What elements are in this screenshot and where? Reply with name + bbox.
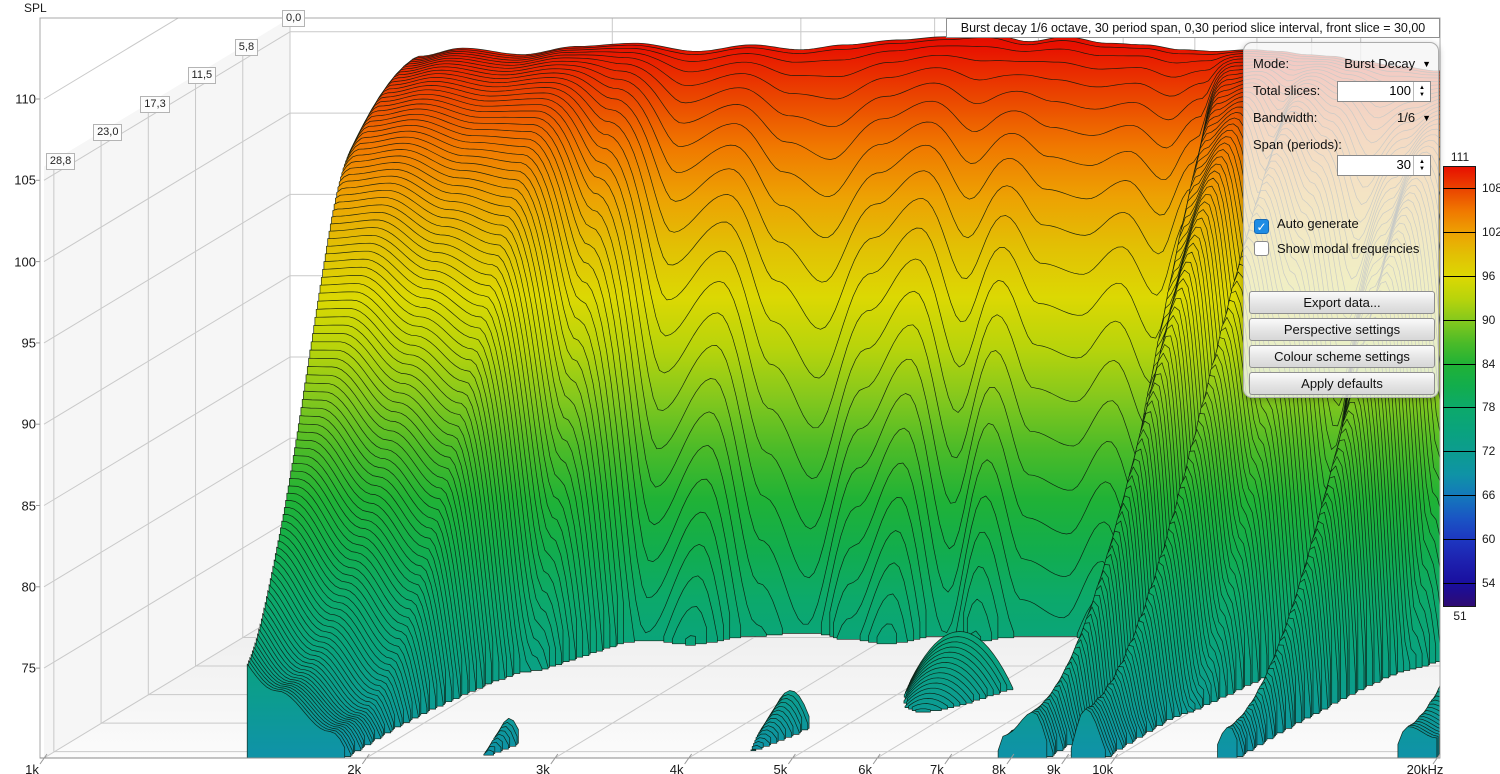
perspective-settings-button[interactable]: Perspective settings xyxy=(1249,318,1435,341)
bandwidth-label: Bandwidth: xyxy=(1253,108,1317,128)
total-slices-label: Total slices: xyxy=(1253,81,1320,101)
freq-tick-label: 7k xyxy=(930,762,944,774)
period-tick-label: 28,8 xyxy=(46,153,75,170)
show-modal-frequencies-label: Show modal frequencies xyxy=(1277,241,1419,256)
colorbar-tick xyxy=(1443,320,1476,321)
freq-tick-label: 5k xyxy=(774,762,788,774)
freq-tick-label: 3k xyxy=(536,762,550,774)
period-tick-label: 11,5 xyxy=(188,67,217,84)
freq-tick-label: 4k xyxy=(670,762,684,774)
show-modal-frequencies-checkbox-row[interactable]: Show modal frequencies xyxy=(1254,241,1419,257)
period-tick-label: 0,0 xyxy=(282,10,305,27)
colorbar-tick xyxy=(1443,232,1476,233)
freq-tick-label: 10k xyxy=(1092,762,1113,774)
colour-scheme-settings-button[interactable]: Colour scheme settings xyxy=(1249,345,1435,368)
bandwidth-row: Bandwidth: 1/6▼ xyxy=(1253,108,1431,128)
auto-generate-checkbox-row[interactable]: ✓ Auto generate xyxy=(1254,216,1359,232)
span-periods-input[interactable] xyxy=(1338,156,1414,173)
spl-tick-label: 110 xyxy=(2,92,36,107)
colorbar-tick xyxy=(1443,539,1476,540)
period-tick-label: 23,0 xyxy=(93,124,122,141)
spl-axis-title: SPL xyxy=(24,1,47,15)
spl-tick-label: 75 xyxy=(2,661,36,676)
mode-label: Mode: xyxy=(1253,54,1289,74)
colorbar-tick-label: 60 xyxy=(1482,532,1495,546)
mode-combobox[interactable]: Burst Decay▼ xyxy=(1344,54,1431,74)
total-slices-row: Total slices: ▲▼ xyxy=(1253,81,1431,101)
colorbar-tick xyxy=(1443,276,1476,277)
colorbar-min-label: 51 xyxy=(1443,609,1477,623)
freq-tick-label: 6k xyxy=(858,762,872,774)
spl-tick-label: 95 xyxy=(2,335,36,350)
freq-tick-label: 8k xyxy=(992,762,1006,774)
colorbar-tick xyxy=(1443,451,1476,452)
colorbar-tick-label: 72 xyxy=(1482,444,1495,458)
rew-burst-decay-window: SPL 110 105 100 95 90 85 80 75 1k 2k 3k 4k 5k 6k 7k 8k… xyxy=(0,0,1500,774)
bandwidth-combobox[interactable]: 1/6▼ xyxy=(1397,108,1431,128)
colorbar-tick-label: 78 xyxy=(1482,400,1495,414)
period-tick-label: 5,8 xyxy=(235,39,258,56)
colorbar-tick-label: 108 xyxy=(1482,181,1500,195)
auto-generate-label: Auto generate xyxy=(1277,216,1359,231)
span-periods-row: Span (periods): ▲▼ xyxy=(1253,135,1431,155)
spl-colour-scale: 111 51 108 102 96 90 84 78 72 66 60 54 xyxy=(1443,150,1500,630)
export-data-button[interactable]: Export data... xyxy=(1249,291,1435,314)
span-periods-label: Span (periods): xyxy=(1253,135,1342,155)
spl-tick-label: 100 xyxy=(2,254,36,269)
colorbar-tick-label: 102 xyxy=(1482,225,1500,239)
freq-tick-label: 20kHz xyxy=(1407,762,1444,774)
plot-status-bar: Burst decay 1/6 octave, 30 period span, … xyxy=(946,18,1440,38)
spl-tick-label: 80 xyxy=(2,579,36,594)
colorbar-tick-label: 66 xyxy=(1482,488,1495,502)
burst-decay-control-panel: Mode: Burst Decay▼ Total slices: ▲▼ Band… xyxy=(1243,42,1439,398)
apply-defaults-button[interactable]: Apply defaults xyxy=(1249,372,1435,395)
colorbar-tick-label: 84 xyxy=(1482,357,1495,371)
colorbar-tick xyxy=(1443,583,1476,584)
colorbar-tick xyxy=(1443,364,1476,365)
freq-tick-label: 1k xyxy=(25,762,39,774)
span-periods-spinner[interactable]: ▲▼ xyxy=(1337,155,1431,176)
colorbar-tick-label: 96 xyxy=(1482,269,1495,283)
colorbar-tick-label: 54 xyxy=(1482,576,1495,590)
checkbox-unchecked-icon[interactable] xyxy=(1254,241,1269,256)
chevron-down-icon: ▼ xyxy=(1422,54,1431,74)
colorbar-tick xyxy=(1443,407,1476,408)
colorbar-tick xyxy=(1443,188,1476,189)
colorbar-tick xyxy=(1443,495,1476,496)
chevron-down-icon: ▼ xyxy=(1422,108,1431,128)
total-slices-input[interactable] xyxy=(1338,82,1414,99)
checkbox-checked-icon[interactable]: ✓ xyxy=(1254,219,1269,234)
spl-tick-label: 90 xyxy=(2,417,36,432)
total-slices-spinner[interactable]: ▲▼ xyxy=(1337,81,1431,102)
mode-row: Mode: Burst Decay▼ xyxy=(1253,54,1431,74)
colorbar-tick-label: 90 xyxy=(1482,313,1495,327)
freq-tick-label: 2k xyxy=(347,762,361,774)
freq-tick-label: 9k xyxy=(1047,762,1061,774)
spl-tick-label: 85 xyxy=(2,498,36,513)
spinner-arrows-icon[interactable]: ▲▼ xyxy=(1413,82,1430,101)
colorbar-max-label: 111 xyxy=(1443,150,1477,164)
period-tick-label: 17,3 xyxy=(140,96,169,113)
spinner-arrows-icon[interactable]: ▲▼ xyxy=(1413,156,1430,175)
spl-tick-label: 105 xyxy=(2,173,36,188)
